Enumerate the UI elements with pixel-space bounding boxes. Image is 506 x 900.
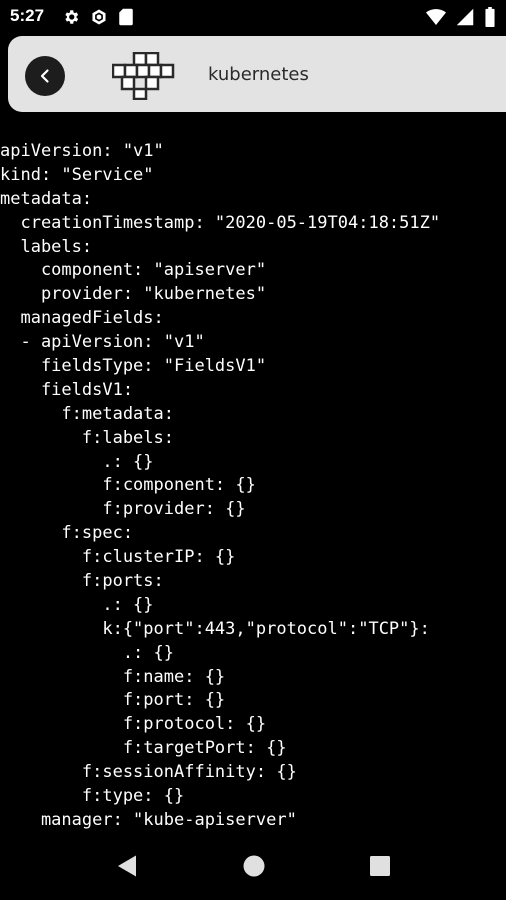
hexagon-icon (92, 9, 106, 25)
yaml-line: k:{"port":443,"protocol":"TCP"}: (0, 618, 430, 639)
back-triangle-icon[interactable] (116, 854, 138, 878)
yaml-line: fieldsType: "FieldsV1" (0, 356, 267, 377)
yaml-line: .: {} (0, 642, 174, 663)
yaml-line: f:targetPort: {} (0, 738, 287, 759)
yaml-viewer[interactable]: apiVersion: "v1" kind: "Service" metadata:… (0, 140, 506, 832)
yaml-line: component: "apiserver" (0, 260, 267, 281)
sim-card-icon (119, 8, 133, 26)
yaml-line: f:protocol: {} (0, 714, 267, 735)
yaml-line: manager: "kube-apiserver" (0, 809, 297, 830)
yaml-line: apiVersion: "v1" (0, 141, 164, 161)
yaml-line: f:ports: (0, 571, 164, 592)
system-nav-bar (0, 832, 506, 900)
yaml-line: fieldsV1: (0, 379, 134, 400)
yaml-text: apiVersion: "v1" kind: "Service" metadata:… (0, 140, 506, 832)
yaml-line: metadata: (0, 188, 93, 209)
status-icons-right (426, 7, 496, 27)
status-icons-left (62, 8, 134, 26)
app-bar: kubernetes (0, 34, 506, 116)
status-time: 5:27 (10, 6, 45, 25)
kubernetes-block-logo (112, 52, 175, 100)
app-title: kubernetes (208, 64, 309, 85)
yaml-line: .: {} (0, 451, 154, 472)
yaml-line: f:labels: (0, 427, 174, 448)
yaml-line: f:name: {} (0, 666, 226, 687)
battery-icon (485, 7, 495, 27)
home-circle-icon[interactable] (242, 854, 266, 878)
yaml-line: f:clusterIP: {} (0, 547, 236, 568)
back-button[interactable] (25, 56, 65, 96)
yaml-line: .: {} (0, 594, 154, 615)
recents-square-icon[interactable] (369, 855, 391, 877)
yaml-line: f:component: {} (0, 475, 256, 496)
yaml-line: provider: "kubernetes" (0, 284, 267, 305)
chevron-left-icon (40, 69, 49, 83)
yaml-line: f:provider: {} (0, 499, 246, 520)
yaml-line: f:port: {} (0, 690, 226, 711)
gear-icon (65, 10, 79, 24)
yaml-line: creationTimestamp: "2020-05-19T04:18:51Z… (0, 212, 441, 233)
yaml-line: managedFields: (0, 308, 164, 329)
yaml-line: f:type: {} (0, 786, 185, 807)
yaml-line: labels: (0, 236, 93, 257)
status-bar: 5:27 (0, 0, 506, 34)
yaml-line: f:spec: (0, 523, 134, 544)
yaml-line: - apiVersion: "v1" (0, 332, 205, 353)
yaml-line: kind: "Service" (0, 164, 154, 185)
yaml-line: f:metadata: (0, 403, 174, 424)
app-bar-card: kubernetes (8, 36, 506, 112)
wifi-icon (426, 8, 446, 25)
yaml-line: f:sessionAffinity: {} (0, 762, 297, 783)
signal-icon (456, 8, 474, 26)
